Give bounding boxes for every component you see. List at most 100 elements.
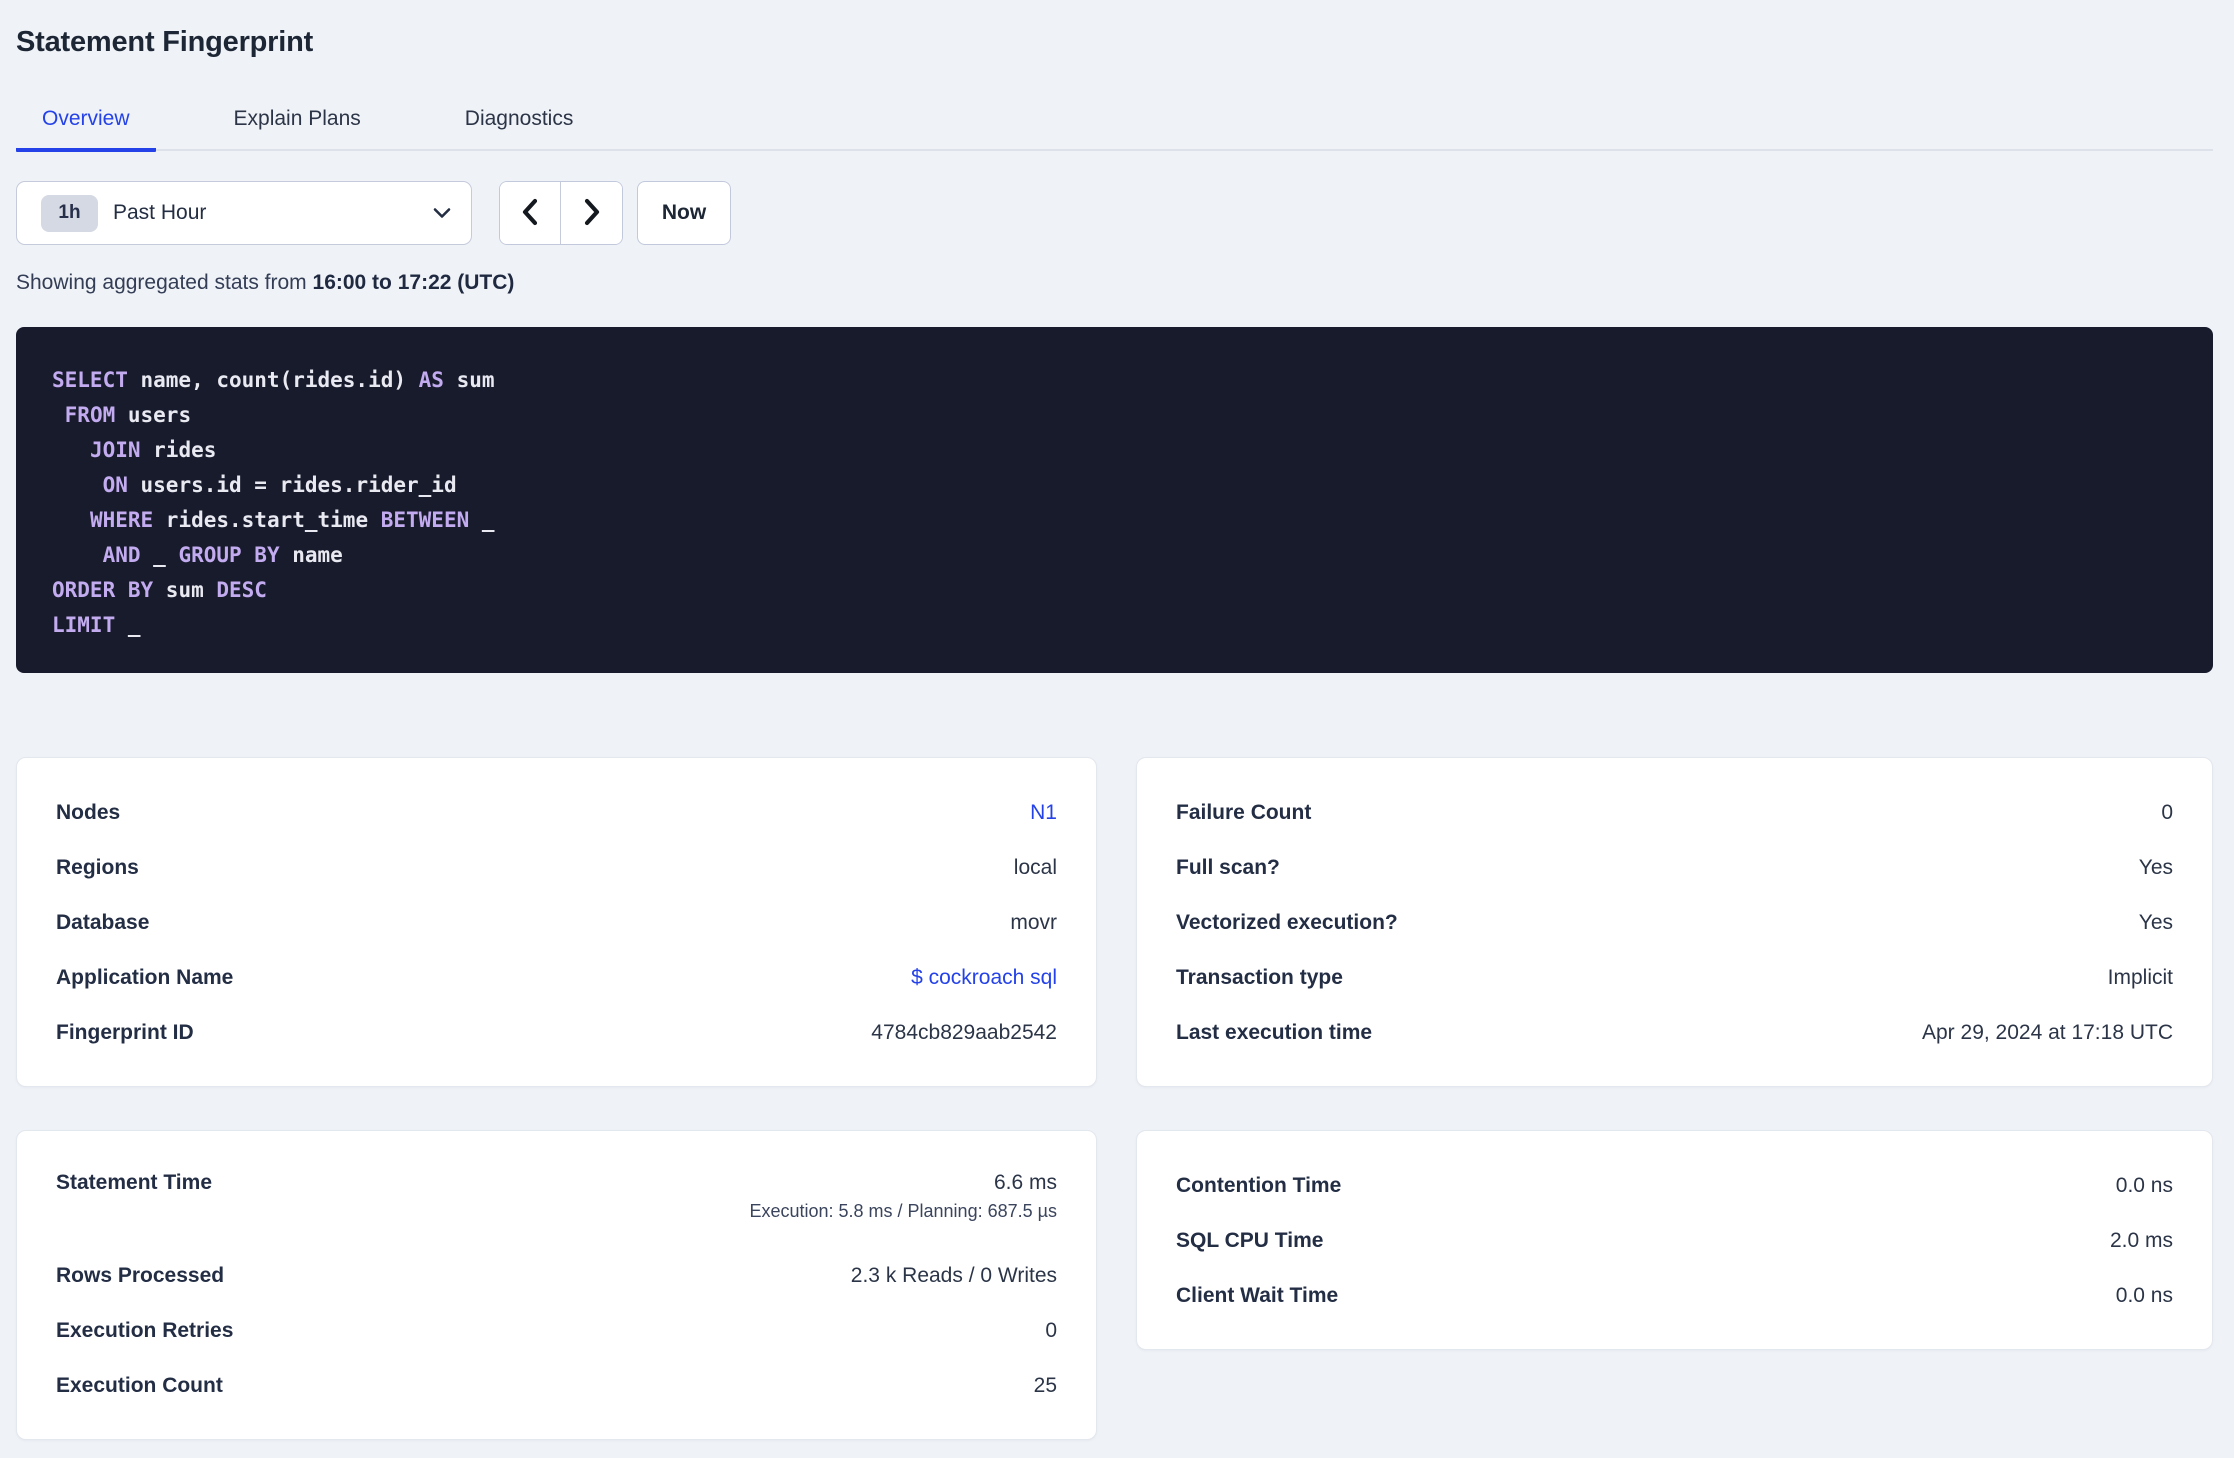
chevron-right-icon [581, 197, 603, 230]
aggregated-stats-line: Showing aggregated stats from 16:00 to 1… [16, 271, 2213, 295]
stat-value-wrap: 4784cb829aab2542 [871, 1021, 1057, 1045]
sql-line: JOIN rides [89, 438, 217, 462]
stat-label: Vectorized execution? [1176, 910, 1398, 934]
sql-line: AND _ GROUP BY name [102, 543, 343, 567]
sql-line: WHERE rides.start_time BETWEEN _ [89, 508, 495, 532]
stat-row: Contention Time 0.0 ns [1176, 1158, 2173, 1213]
stat-row: Statement Time 6.6 ms Execution: 5.8 ms / … [56, 1158, 1057, 1248]
stat-label: Database [56, 910, 150, 934]
card-details-left: Nodes N1 Regions local Database movr Applicati… [16, 757, 1097, 1087]
stat-value-wrap: 2.0 ms [2110, 1229, 2173, 1253]
statement-fingerprint-page: Statement Fingerprint Overview Explain Pl… [0, 0, 2234, 1440]
card-timing-left: Statement Time 6.6 ms Execution: 5.8 ms / … [16, 1130, 1097, 1440]
stat-row: Execution Retries 0 [56, 1303, 1057, 1358]
stat-value-wrap: Yes [2139, 911, 2173, 935]
stat-value-wrap: Yes [2139, 856, 2173, 880]
stat-value: 0 [2161, 800, 2173, 824]
stat-label: Execution Retries [56, 1318, 234, 1342]
stat-value-wrap: 6.6 ms Execution: 5.8 ms / Planning: 687.… [749, 1171, 1057, 1222]
sql-line: ORDER BY sum DESC [52, 578, 267, 602]
stat-value: Implicit [2107, 965, 2173, 989]
stat-value-wrap: local [1014, 856, 1057, 880]
stat-label: Transaction type [1176, 965, 1343, 989]
stat-value-wrap: $ cockroach sql [911, 966, 1057, 990]
stat-label: Client Wait Time [1176, 1283, 1339, 1307]
stat-value: 0.0 ns [2115, 1173, 2173, 1197]
stat-row: Application Name $ cockroach sql [56, 950, 1057, 1005]
tab-bar: Overview Explain Plans Diagnostics [16, 94, 2213, 152]
stat-value-wrap: 0.0 ns [2116, 1174, 2173, 1198]
stat-value: 2.3 k Reads / 0 Writes [850, 1263, 1057, 1287]
prev-range-button[interactable] [500, 182, 561, 244]
now-button[interactable]: Now [637, 181, 731, 245]
sql-statement-text: SELECT name, count(rides.id) AS sum FROM… [52, 363, 2177, 643]
chevron-down-icon [433, 207, 451, 219]
tab-diagnostics[interactable]: Diagnostics [439, 94, 600, 152]
stat-label: Rows Processed [56, 1263, 225, 1287]
sql-line: FROM users [64, 403, 192, 427]
stat-value-link[interactable]: $ cockroach sql [911, 966, 1057, 990]
stat-label: Application Name [56, 965, 234, 989]
stat-label: Full scan? [1176, 855, 1280, 879]
stat-label: Nodes [56, 800, 121, 824]
stat-value: 0 [1045, 1318, 1057, 1342]
stat-row: Client Wait Time 0.0 ns [1176, 1268, 2173, 1323]
stat-row: Vectorized execution? Yes [1176, 895, 2173, 950]
stat-row: Rows Processed 2.3 k Reads / 0 Writes [56, 1248, 1057, 1303]
card-details-right: Failure Count 0 Full scan? Yes Vectorized ex… [1136, 757, 2213, 1087]
stat-value-wrap: 0.0 ns [2116, 1284, 2173, 1308]
stats-line-prefix: Showing aggregated stats from [16, 271, 313, 294]
sql-line: SELECT name, count(rides.id) AS sum [52, 368, 495, 392]
stat-value: Apr 29, 2024 at 17:18 UTC [1922, 1020, 2173, 1044]
time-toolbar: 1h Past Hour Now [16, 181, 2213, 245]
stat-row: Database movr [56, 895, 1057, 950]
stat-row: Fingerprint ID 4784cb829aab2542 [56, 1005, 1057, 1060]
stat-label: SQL CPU Time [1176, 1228, 1324, 1252]
tab-explain-plans[interactable]: Explain Plans [208, 94, 387, 152]
stat-value: 4784cb829aab2542 [871, 1020, 1057, 1044]
stat-value: 6.6 ms [993, 1171, 1057, 1194]
stat-value-link[interactable]: N1 [1030, 801, 1057, 825]
time-range-badge: 1h [41, 194, 98, 232]
stat-label: Last execution time [1176, 1020, 1373, 1044]
stat-label: Failure Count [1176, 800, 1312, 824]
sql-statement-box: SELECT name, count(rides.id) AS sum FROM… [16, 327, 2213, 673]
stat-value: movr [1010, 910, 1057, 934]
stat-value: 2.0 ms [2109, 1228, 2173, 1252]
sql-line: ON users.id = rides.rider_id [102, 473, 457, 497]
stat-label: Statement Time [56, 1171, 212, 1194]
stat-subvalue: Execution: 5.8 ms / Planning: 687.5 µs [749, 1201, 1057, 1221]
stat-label: Fingerprint ID [56, 1020, 194, 1044]
stat-value-wrap: Apr 29, 2024 at 17:18 UTC [1922, 1021, 2173, 1045]
page-title: Statement Fingerprint [16, 26, 314, 58]
time-range-arrows [499, 181, 623, 245]
stat-row: Nodes N1 [56, 785, 1057, 840]
stat-label: Execution Count [56, 1373, 223, 1397]
stat-row: Last execution time Apr 29, 2024 at 17:18… [1176, 1005, 2173, 1060]
stat-value-wrap: 2.3 k Reads / 0 Writes [851, 1264, 1057, 1288]
time-range-picker[interactable]: 1h Past Hour [16, 181, 472, 245]
stat-value: local [1013, 855, 1057, 879]
stat-label: Contention Time [1176, 1173, 1342, 1197]
card-timing-right: Contention Time 0.0 ns SQL CPU Time 2.0 ms C… [1136, 1130, 2213, 1350]
stat-value-wrap: N1 [1030, 801, 1057, 825]
stat-row: Failure Count 0 [1176, 785, 2173, 840]
next-range-button[interactable] [561, 182, 622, 244]
tab-overview[interactable]: Overview [16, 94, 156, 152]
stat-value-wrap: 0 [2161, 801, 2173, 825]
stat-value-wrap: Implicit [2108, 966, 2173, 990]
stat-value-wrap: movr [1010, 911, 1057, 935]
stat-value: Yes [2138, 910, 2173, 934]
sql-line: LIMIT _ [52, 613, 141, 637]
stat-value: Yes [2138, 855, 2173, 879]
stat-value: 0.0 ns [2115, 1283, 2173, 1307]
stat-value-wrap: 25 [1034, 1374, 1057, 1398]
stat-label: Regions [56, 855, 139, 879]
stats-line-range: 16:00 to 17:22 (UTC) [312, 271, 515, 294]
summary-cards: Nodes N1 Regions local Database movr Applicati… [16, 757, 2213, 1440]
stat-row: Regions local [56, 840, 1057, 895]
stat-row: SQL CPU Time 2.0 ms [1176, 1213, 2173, 1268]
stat-row: Full scan? Yes [1176, 840, 2173, 895]
stat-value: 25 [1033, 1373, 1057, 1397]
chevron-left-icon [519, 197, 541, 230]
